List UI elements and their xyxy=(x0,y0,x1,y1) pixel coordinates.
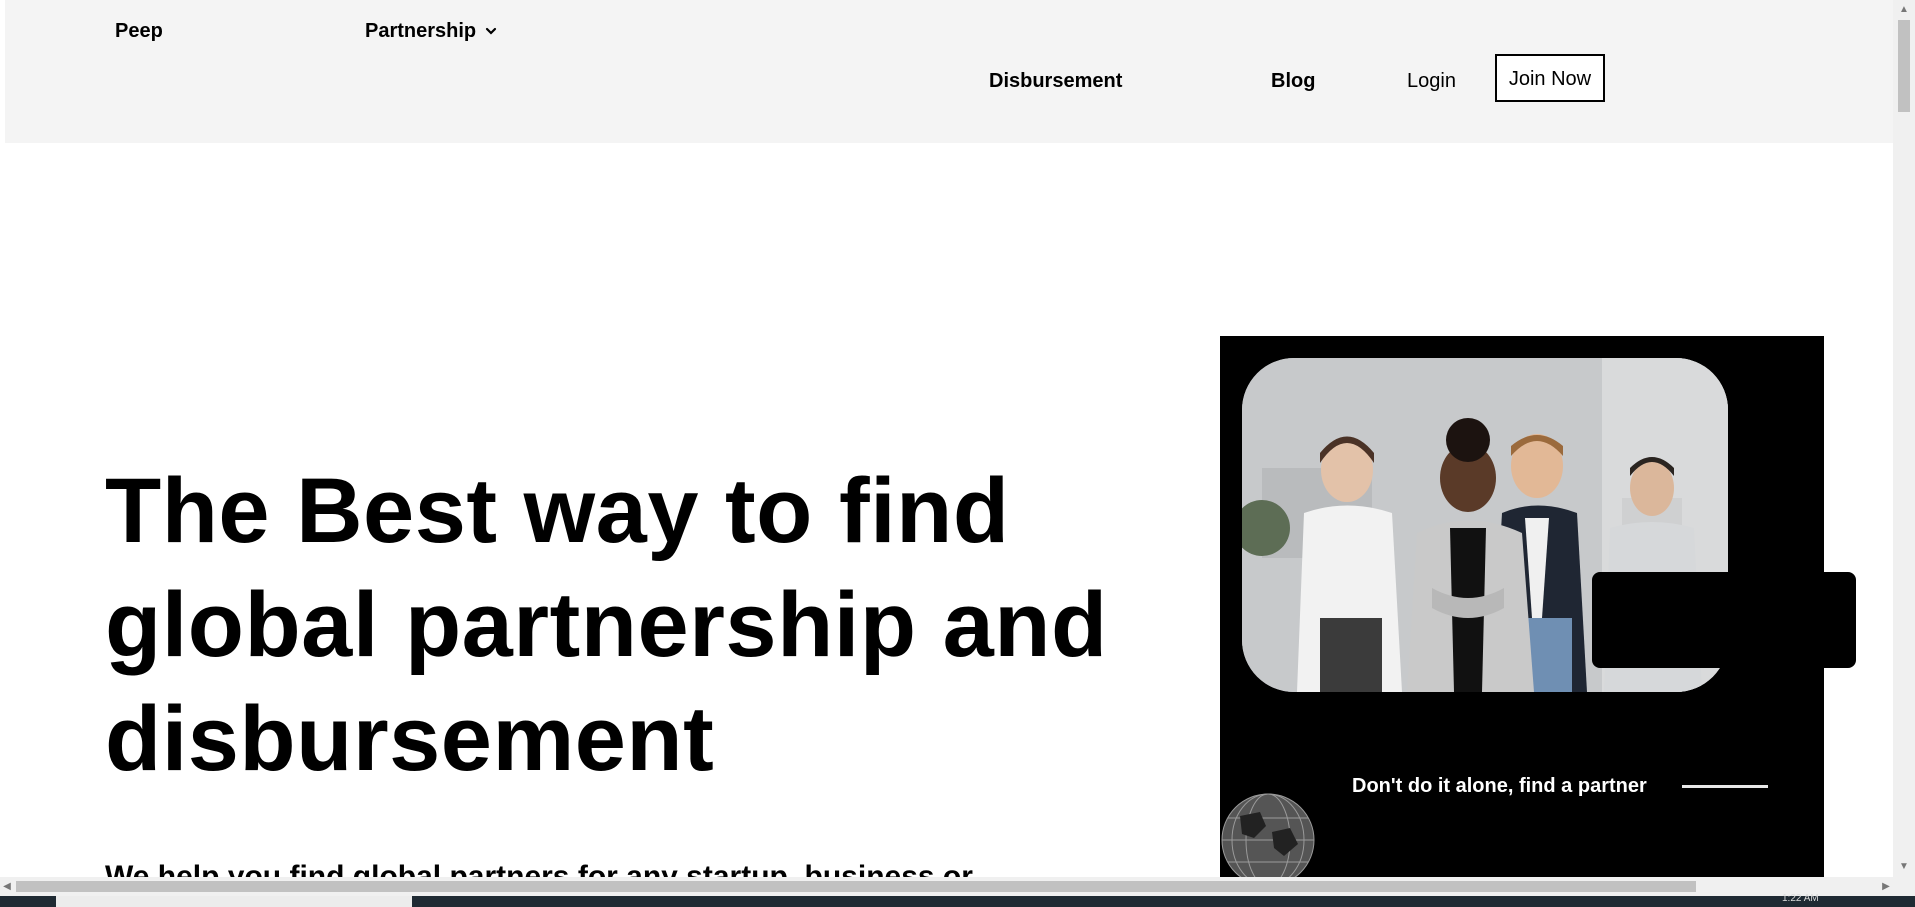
card-tagline: Don't do it alone, find a partner xyxy=(1352,775,1647,797)
taskbar-clock: 1:22 AM xyxy=(1782,893,1819,904)
vertical-scroll-thumb[interactable] xyxy=(1898,20,1910,112)
floating-black-tab xyxy=(1592,572,1856,668)
chevron-down-icon xyxy=(486,27,497,35)
tagline-underline xyxy=(1682,785,1768,788)
page-viewport: Peep Partnership Disbursement Blog Login… xyxy=(0,0,1893,877)
site-header: Peep Partnership Disbursement Blog Login… xyxy=(5,0,1893,143)
os-taskbar: 1:22 AM xyxy=(0,893,1915,907)
nav-blog-link[interactable]: Blog xyxy=(1271,69,1315,93)
taskbar-window-button[interactable] xyxy=(56,896,412,907)
globe-icon xyxy=(1221,793,1315,877)
nav-login-link[interactable]: Login xyxy=(1407,69,1456,93)
scroll-down-arrow-icon[interactable]: ▼ xyxy=(1893,857,1915,877)
scroll-up-arrow-icon[interactable]: ▲ xyxy=(1893,0,1915,20)
hero-title: The Best way to find global partnership … xyxy=(105,454,1155,796)
nav-disbursement-link[interactable]: Disbursement xyxy=(989,69,1122,93)
horizontal-scroll-thumb[interactable] xyxy=(16,881,1696,892)
logo-link[interactable]: Peep xyxy=(115,19,163,43)
scroll-right-arrow-icon[interactable]: ▶ xyxy=(1879,877,1893,896)
scroll-left-arrow-icon[interactable]: ◀ xyxy=(0,877,14,896)
hero-title-line-3: disbursement xyxy=(105,688,715,790)
vertical-scrollbar[interactable]: ▲ ▼ xyxy=(1893,0,1915,877)
horizontal-scrollbar[interactable]: ◀ ▶ xyxy=(0,877,1893,896)
join-now-button[interactable]: Join Now xyxy=(1495,54,1605,102)
nav-partnership-label: Partnership xyxy=(365,20,477,42)
hero-subtitle: We help you find global partners for any… xyxy=(105,860,973,878)
scrollbar-corner xyxy=(1893,877,1915,896)
hero-title-line-2: global partnership and xyxy=(105,574,1108,676)
nav-partnership-dropdown[interactable]: Partnership xyxy=(365,19,498,43)
hero-title-line-1: The Best way to find xyxy=(105,460,1010,562)
